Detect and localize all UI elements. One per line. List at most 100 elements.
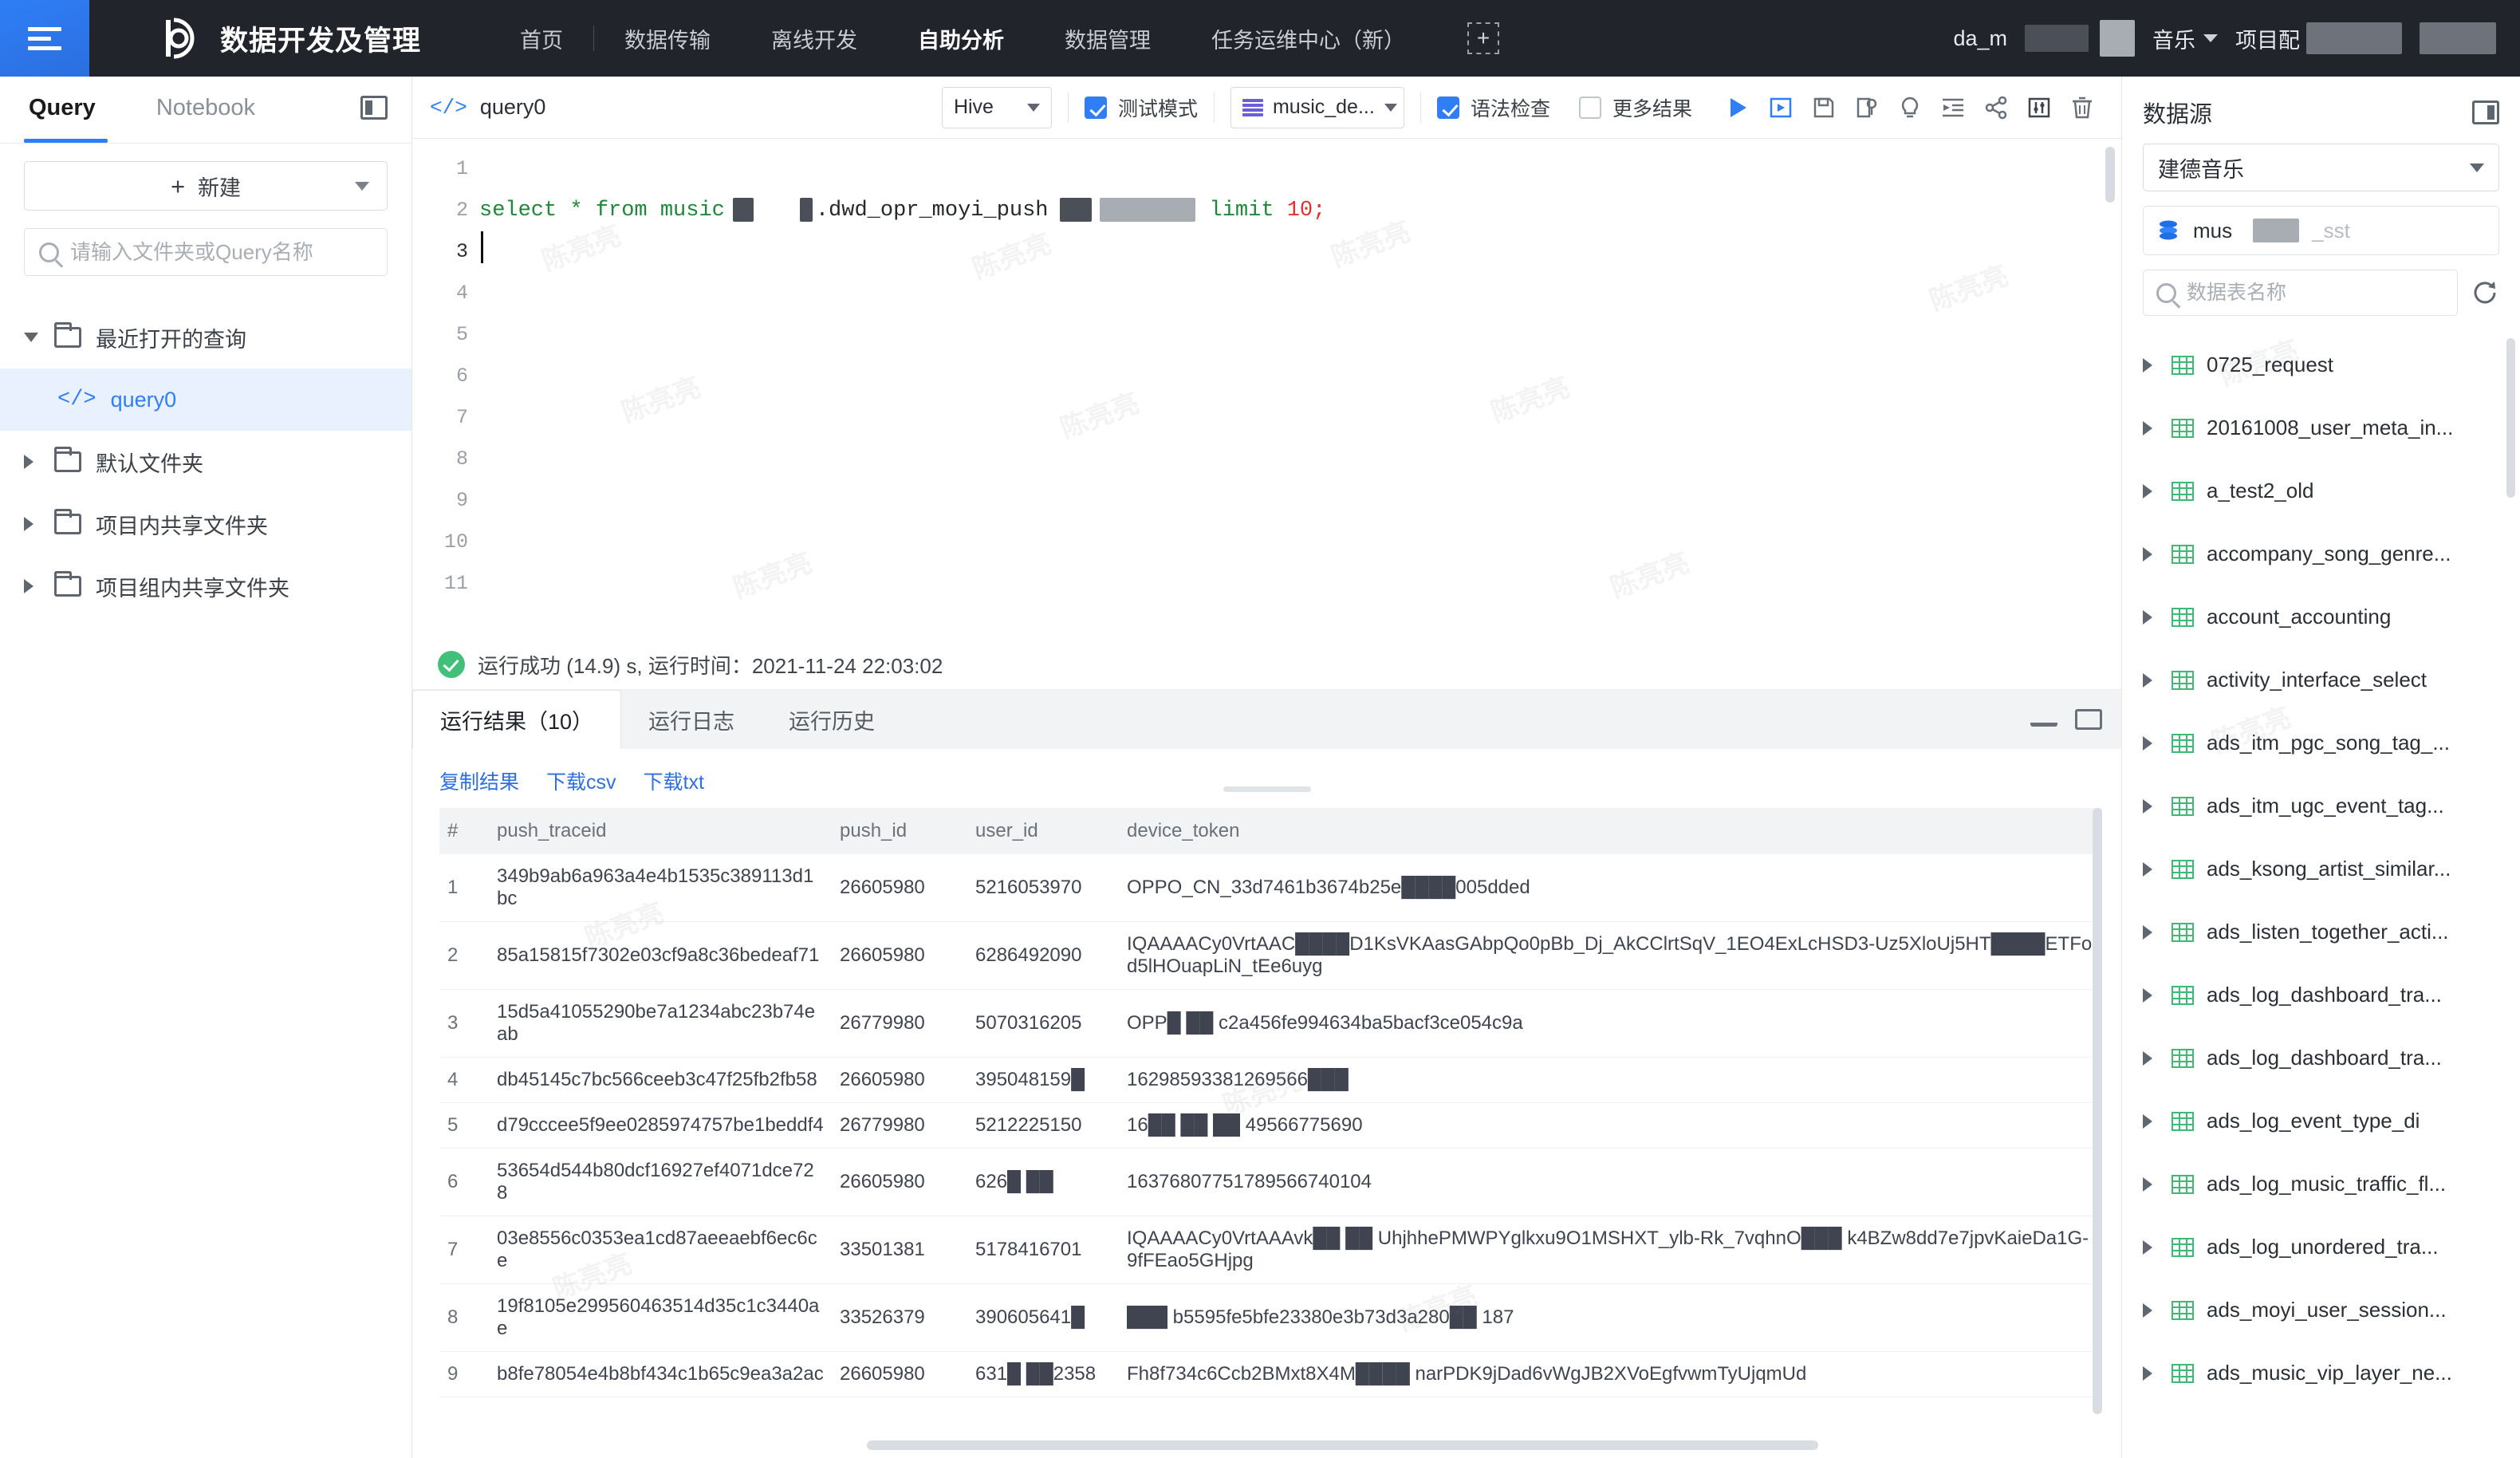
chevron-right-icon[interactable] [24, 455, 40, 469]
refresh-icon[interactable] [2471, 278, 2499, 307]
table-row[interactable]: 9 b8fe78054e4b8bf434c1b65c9ea3a2ac 26605… [439, 1351, 2102, 1397]
database-item[interactable]: mus _sst [2143, 206, 2499, 255]
table-row[interactable]: 4 db45145c7bc566ceeb3c47f25fb2fb58 26605… [439, 1057, 2102, 1103]
download-csv-link[interactable]: 下载csv [546, 766, 616, 795]
sidebar-search[interactable] [24, 228, 388, 276]
results-vertical-scrollbar[interactable] [2093, 808, 2102, 1414]
share-icon[interactable] [1975, 86, 2018, 129]
chevron-right-icon[interactable] [2143, 672, 2159, 688]
nav-item-data-transfer[interactable]: 数据传输 [594, 23, 741, 54]
chevron-right-icon[interactable] [2143, 735, 2159, 751]
user-name[interactable]: da_m [1953, 26, 2007, 51]
database-select[interactable]: music_de... [1230, 86, 1404, 128]
tree-item-query0[interactable]: </> query0 [0, 368, 411, 431]
table-search-input[interactable] [2187, 281, 2444, 305]
table-list-item[interactable]: ads_log_dashboard_tra... [2143, 1027, 2520, 1090]
settings-icon[interactable] [2018, 86, 2061, 129]
nav-item-task-ops-center[interactable]: 任务运维中心（新） [1181, 23, 1435, 54]
nav-item-data-management[interactable]: 数据管理 [1034, 23, 1181, 54]
collapse-panel-icon[interactable] [2030, 712, 2057, 727]
chevron-right-icon[interactable] [2143, 357, 2159, 372]
org-selector[interactable]: 音乐 [2152, 23, 2218, 54]
table-row[interactable]: 1 349b9ab6a963a4e4b1535c389113d1bc 26605… [439, 854, 2102, 922]
chevron-right-icon[interactable] [2143, 1239, 2159, 1255]
format-icon[interactable] [1931, 86, 1975, 129]
tab-run-results[interactable]: 运行结果（10） [412, 690, 622, 749]
table-row[interactable]: 8 19f8105e299560463514d35c1c3440ae 33526… [439, 1283, 2102, 1352]
delete-icon[interactable] [2061, 86, 2104, 129]
collapse-panel-icon[interactable] [2472, 100, 2499, 124]
chevron-right-icon[interactable] [2143, 1113, 2159, 1129]
chevron-right-icon[interactable] [2143, 1050, 2159, 1066]
search-input[interactable] [70, 239, 372, 265]
datasource-select[interactable]: 建德音乐 [2143, 144, 2499, 191]
hamburger-menu-icon[interactable] [0, 0, 89, 77]
engine-select[interactable]: Hive [941, 86, 1052, 128]
tree-item-recent[interactable]: 最近打开的查询 [0, 306, 411, 368]
table-list-item[interactable]: activity_interface_select [2143, 648, 2520, 711]
table-list-item[interactable]: ads_log_music_traffic_fl... [2143, 1153, 2520, 1216]
panel-resize-handle[interactable] [1223, 786, 1311, 792]
tree-item-default-folder[interactable]: 默认文件夹 [0, 431, 411, 493]
chevron-right-icon[interactable] [2143, 987, 2159, 1003]
nav-item-home[interactable]: 首页 [490, 23, 593, 54]
table-list-item[interactable]: ads_itm_ugc_event_tag... [2143, 774, 2520, 837]
table-list-item[interactable]: ads_log_event_type_di [2143, 1090, 2520, 1153]
chevron-right-icon[interactable] [2143, 420, 2159, 435]
save-icon[interactable] [1802, 86, 1845, 129]
code-area[interactable]: 陈亮亮 陈亮亮 陈亮亮 陈亮亮 陈亮亮 陈亮亮 陈亮亮 陈亮亮 陈亮亮 1 2 … [412, 139, 2121, 640]
save-as-icon[interactable] [1845, 86, 1888, 129]
chevron-right-icon[interactable] [2143, 1365, 2159, 1381]
lightbulb-icon[interactable] [1888, 86, 1931, 129]
chevron-down-icon[interactable] [24, 333, 40, 342]
tab-run-history[interactable]: 运行历史 [762, 690, 902, 749]
copy-results-link[interactable]: 复制结果 [439, 766, 519, 795]
chevron-right-icon[interactable] [24, 579, 40, 593]
more-results-checkbox[interactable]: 更多结果 [1578, 93, 1692, 122]
chevron-right-icon[interactable] [2143, 924, 2159, 940]
chevron-right-icon[interactable] [2143, 1302, 2159, 1318]
nav-item-offline-dev[interactable]: 离线开发 [741, 23, 888, 54]
nav-item-self-service-analysis[interactable]: 自助分析 [888, 23, 1034, 54]
expand-panel-icon[interactable] [2075, 709, 2102, 730]
chevron-right-icon[interactable] [2143, 861, 2159, 877]
table-row[interactable]: 3 15d5a41055290be7a1234abc23b74eab 26779… [439, 989, 2102, 1058]
table-list-item[interactable]: account_accounting [2143, 585, 2520, 648]
table-list-item[interactable]: 20161008_user_meta_in... [2143, 396, 2520, 459]
run-step-icon[interactable] [1759, 86, 1802, 129]
chevron-right-icon[interactable] [2143, 546, 2159, 562]
chevron-right-icon[interactable] [2143, 798, 2159, 814]
table-list-item[interactable]: ads_ksong_artist_similar... [2143, 837, 2520, 900]
table-list-item[interactable]: ads_listen_together_acti... [2143, 900, 2520, 963]
tab-notebook[interactable]: Notebook [152, 95, 260, 121]
table-row[interactable]: 7 03e8556c0353ea1cd87aeeaebf6ec6ce 33501… [439, 1216, 2102, 1284]
test-mode-checkbox[interactable]: 测试模式 [1084, 93, 1198, 122]
download-txt-link[interactable]: 下载txt [644, 766, 704, 795]
chevron-right-icon[interactable] [2143, 609, 2159, 625]
new-button[interactable]: + 新建 [24, 161, 388, 211]
table-row[interactable]: 2 85a15815f7302e03cf9a8c36bedeaf71 26605… [439, 921, 2102, 990]
table-list-item[interactable]: ads_log_unordered_tra... [2143, 1216, 2520, 1279]
table-row[interactable]: 5 d79cccee5f9ee0285974757be1beddf4 26779… [439, 1102, 2102, 1149]
table-row[interactable]: 6 53654d544b80dcf16927ef4071dce728 26605… [439, 1148, 2102, 1216]
add-tab-icon[interactable]: + [1467, 22, 1500, 54]
table-search[interactable] [2143, 270, 2458, 316]
tab-run-log[interactable]: 运行日志 [621, 690, 762, 749]
editor-tab[interactable]: </> query0 [430, 95, 545, 120]
chevron-right-icon[interactable] [2143, 1176, 2159, 1192]
chevron-right-icon[interactable] [24, 517, 40, 531]
table-list-item[interactable]: ads_itm_pgc_song_tag_... [2143, 711, 2520, 774]
results-horizontal-scrollbar[interactable] [867, 1440, 1818, 1450]
editor-scrollbar[interactable] [2105, 147, 2115, 203]
tab-query[interactable]: Query [24, 95, 100, 121]
tree-item-projectgroup-shared-folder[interactable]: 项目组内共享文件夹 [0, 555, 411, 617]
run-icon[interactable] [1716, 86, 1759, 129]
table-list-item[interactable]: ads_log_dashboard_tra... [2143, 963, 2520, 1027]
collapse-sidebar-icon[interactable] [360, 96, 388, 120]
table-list-item[interactable]: ads_moyi_user_session... [2143, 1279, 2520, 1342]
table-list-scrollbar[interactable] [2506, 338, 2515, 498]
tree-item-project-shared-folder[interactable]: 项目内共享文件夹 [0, 493, 411, 555]
table-list-item[interactable]: accompany_song_genre... [2143, 522, 2520, 585]
table-list-item[interactable]: ads_music_vip_layer_ne... [2143, 1342, 2520, 1405]
syntax-check-checkbox[interactable]: 语法检查 [1436, 93, 1550, 122]
